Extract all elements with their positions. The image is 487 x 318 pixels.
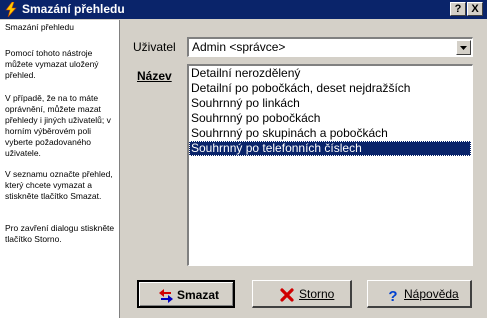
side-panel-paragraph: V případě, že na to máte oprávnění, může… xyxy=(5,93,111,158)
side-panel-heading: Smazání přehledu xyxy=(5,22,74,32)
chevron-down-icon[interactable] xyxy=(456,40,471,55)
cancel-button[interactable]: Storno xyxy=(252,280,352,308)
red-x-icon xyxy=(280,288,294,302)
cancel-button-label: Storno xyxy=(299,287,335,301)
svg-text:?: ? xyxy=(388,288,397,302)
list-item[interactable]: Souhrnný po skupinách a pobočkách xyxy=(189,126,471,141)
delete-button[interactable]: Smazat xyxy=(137,280,235,308)
list-item-selected[interactable]: Souhrnný po telefonních číslech xyxy=(189,141,471,156)
list-item[interactable]: Detailní po pobočkách, deset nejdražších xyxy=(189,81,471,96)
dialog-window: Smazání přehledu ? X Smazání přehledu Po… xyxy=(0,0,487,318)
help-side-panel: Smazání přehledu Pomocí tohoto nástroje … xyxy=(0,20,120,318)
user-select-value: Admin <správce> xyxy=(192,40,286,54)
side-panel-paragraph: Pro zavření dialogu stiskněte tlačítko S… xyxy=(5,223,115,244)
delete-button-label: Smazat xyxy=(177,288,220,302)
user-label: Uživatel xyxy=(133,40,176,54)
lightning-icon xyxy=(5,2,17,17)
delete-arrows-icon xyxy=(159,289,173,303)
side-panel-paragraph: V seznamu označte přehled, který chcete … xyxy=(5,169,113,201)
help-title-button[interactable]: ? xyxy=(450,2,466,16)
list-item[interactable]: Detailní nerozdělený xyxy=(189,66,471,81)
user-select[interactable]: Admin <správce> xyxy=(187,37,473,57)
question-mark-icon: ? xyxy=(388,288,397,302)
list-item[interactable]: Souhrnný po pobočkách xyxy=(189,111,471,126)
side-panel-paragraph: Pomocí tohoto nástroje můžete vymazat ul… xyxy=(5,48,99,80)
list-item[interactable]: Souhrnný po linkách xyxy=(189,96,471,111)
title-bar: Smazání přehledu ? X xyxy=(0,0,487,19)
window-title: Smazání přehledu xyxy=(22,2,125,16)
help-button-label: Nápověda xyxy=(404,287,459,301)
report-listbox[interactable]: Detailní nerozdělený Detailní po pobočká… xyxy=(187,64,473,266)
close-button[interactable]: X xyxy=(467,2,483,16)
help-button[interactable]: ? Nápověda xyxy=(367,280,472,308)
name-label: Název xyxy=(137,69,172,83)
